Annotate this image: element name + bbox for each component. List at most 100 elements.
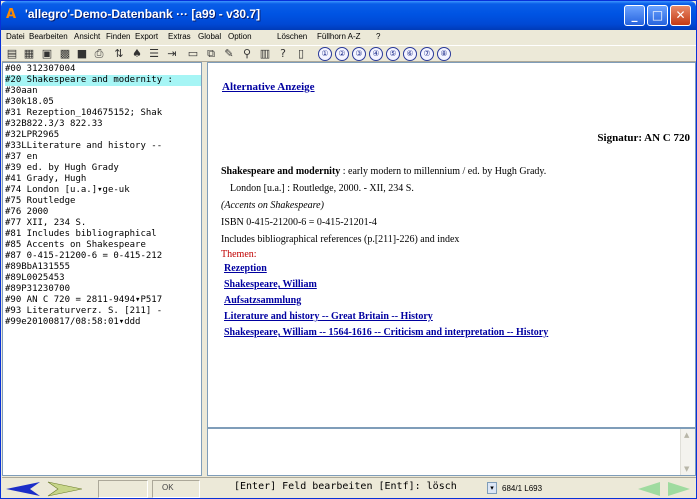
minimize-button[interactable]: _	[624, 5, 645, 26]
record-line[interactable]: #89BbA131555	[5, 262, 201, 273]
subject-link[interactable]: Literature and history -- Great Britain …	[224, 311, 433, 322]
record-line[interactable]: #89P31230700	[5, 284, 201, 295]
menu-extras[interactable]: Extras	[168, 30, 191, 44]
list-icon[interactable]: ▦	[22, 47, 36, 61]
help-icon[interactable]: ?	[276, 47, 290, 61]
record-line[interactable]: #31 Rezeption_104675152; Shak	[5, 108, 201, 119]
menu-bar: Datei Bearbeiten Ansicht Finden Export E…	[2, 30, 696, 44]
record-line[interactable]: #74 London [u.a.]▾ge-uk	[5, 185, 201, 196]
table-icon[interactable]: ▥	[258, 47, 272, 61]
record-line[interactable]: #32LPR2965	[5, 130, 201, 141]
toolbar: ▤ ▦ ▣ ▩ ■ ⎙ ⇅ ♠ ☰ ⇥ ▭ ⧉ ✎ ⚲ ▥ ? ▯ ① ② ③ …	[2, 45, 696, 62]
status-ok-field	[152, 480, 200, 498]
record-position: 684/1 L693	[502, 484, 543, 493]
record-line[interactable]: #75 Routledge	[5, 196, 201, 207]
window-title: 'allegro'-Demo-Datenbank ··· [a99 - v30.…	[25, 7, 261, 21]
sort-icon[interactable]: ⇅	[112, 47, 126, 61]
scroll-up-icon[interactable]: ▲	[684, 431, 689, 439]
indent-icon[interactable]: ⇥	[165, 47, 179, 61]
status-bar: OK [Enter] Feld bearbeiten [Entf]: lösch…	[2, 477, 696, 498]
menu-export[interactable]: Export	[135, 30, 158, 44]
title-bar[interactable]: A 'allegro'-Demo-Datenbank ··· [a99 - v3…	[1, 1, 696, 30]
scroll-down-icon[interactable]: ▼	[684, 465, 689, 473]
navigate-back-icon[interactable]	[6, 481, 42, 497]
record-line[interactable]: #87 0-415-21200-6 = 0-415-212	[5, 251, 201, 262]
copy-icon[interactable]: ⧉	[204, 47, 218, 61]
note-line: Includes bibliographical references (p.[…	[221, 234, 460, 245]
save-icon[interactable]: ■	[75, 47, 89, 61]
window-6-button[interactable]: ⑥	[403, 47, 417, 61]
menu-help[interactable]: ?	[376, 30, 380, 44]
menu-option[interactable]: Option	[228, 30, 252, 44]
record-line[interactable]: #37 en	[5, 152, 201, 163]
status-ok-text: OK	[162, 483, 174, 492]
record-line[interactable]: #85 Accents on Shakespeare	[5, 240, 201, 251]
book-icon[interactable]: ▯	[294, 47, 308, 61]
application-window: A 'allegro'-Demo-Datenbank ··· [a99 - v3…	[0, 0, 697, 499]
imprint-line: London [u.a.] : Routledge, 2000. - XII, …	[230, 183, 414, 194]
window-4-button[interactable]: ④	[369, 47, 383, 61]
menu-datei[interactable]: Datei	[6, 30, 25, 44]
window-3-button[interactable]: ③	[352, 47, 366, 61]
index-icon[interactable]: ▣	[40, 47, 54, 61]
print-preview-icon[interactable]: ▩	[58, 47, 72, 61]
title-statement: Shakespeare and modernity : early modern…	[221, 166, 546, 177]
record-icon[interactable]: ▤	[5, 47, 19, 61]
window-7-button[interactable]: ⑦	[420, 47, 434, 61]
menu-global[interactable]: Global	[198, 30, 221, 44]
status-field	[98, 480, 148, 498]
title-main: Shakespeare and modernity	[221, 166, 341, 177]
record-line[interactable]: #93 Literaturverz. S. [211] -	[5, 306, 201, 317]
close-button[interactable]: ✕	[670, 5, 691, 26]
menu-bearbeiten[interactable]: Bearbeiten	[29, 30, 68, 44]
shelfmark-label: Signatur: AN C 720	[597, 132, 690, 144]
window-2-button[interactable]: ②	[335, 47, 349, 61]
hint-dropdown-arrow[interactable]: ▾	[487, 482, 497, 494]
list-view-icon[interactable]: ☰	[147, 47, 161, 61]
menu-loeschen[interactable]: Löschen	[277, 30, 307, 44]
vertical-scrollbar[interactable]: ▲ ▼	[680, 429, 695, 475]
record-line[interactable]: #39 ed. by Hugh Grady	[5, 163, 201, 174]
record-line[interactable]: #33LLiterature and history --	[5, 141, 201, 152]
search-icon[interactable]: ⚲	[240, 47, 254, 61]
record-display-panel: Alternative Anzeige Signatur: AN C 720 S…	[207, 62, 696, 428]
menu-fuellhorn[interactable]: Füllhorn A-Z	[317, 30, 361, 44]
record-line[interactable]: #90 AN C 720 = 2811-9494▾P517	[5, 295, 201, 306]
record-line-selected[interactable]: #20 Shakespeare and modernity :	[5, 75, 201, 86]
navigate-forward-icon[interactable]	[46, 481, 82, 497]
record-line[interactable]: #77 XII, 234 S.	[5, 218, 201, 229]
window-8-button[interactable]: ⑧	[437, 47, 451, 61]
command-text-area[interactable]: ▲ ▼	[207, 428, 696, 476]
isbn-line: ISBN 0-415-21200-6 = 0-415-21201-4	[221, 217, 377, 228]
window-5-button[interactable]: ⑤	[386, 47, 400, 61]
previous-record-icon[interactable]	[638, 481, 662, 497]
record-line[interactable]: #30aan	[5, 86, 201, 97]
allegro-app-icon: A	[6, 7, 17, 22]
series-line: (Accents on Shakespeare)	[221, 200, 324, 211]
subject-link[interactable]: Rezeption	[224, 263, 267, 274]
print-icon[interactable]: ⎙	[92, 47, 106, 61]
record-editor-panel[interactable]: #00 312307004 #20 Shakespeare and modern…	[2, 62, 202, 476]
menu-ansicht[interactable]: Ansicht	[74, 30, 100, 44]
record-line[interactable]: #30k18.05	[5, 97, 201, 108]
record-line[interactable]: #99e20100817/08:58:01▾ddd	[5, 317, 201, 328]
record-line[interactable]: #00 312307004	[5, 64, 201, 75]
record-line[interactable]: #81 Includes bibliographical	[5, 229, 201, 240]
subject-link[interactable]: Aufsatzsammlung	[224, 295, 301, 306]
record-line[interactable]: #41 Grady, Hugh	[5, 174, 201, 185]
record-line[interactable]: #76 2000	[5, 207, 201, 218]
title-subtitle: : early modern to millennium / ed. by Hu…	[340, 166, 547, 177]
alternative-display-link[interactable]: Alternative Anzeige	[222, 81, 315, 93]
subject-link[interactable]: Shakespeare, William	[224, 279, 317, 290]
edit-icon[interactable]: ✎	[222, 47, 236, 61]
keyboard-hint: [Enter] Feld bearbeiten [Entf]: lösch	[234, 481, 457, 492]
record-line[interactable]: #89L0025453	[5, 273, 201, 284]
window-1-button[interactable]: ①	[318, 47, 332, 61]
folder-icon[interactable]: ▭	[186, 47, 200, 61]
find-icon[interactable]: ♠	[130, 47, 144, 61]
subject-link[interactable]: Shakespeare, William -- 1564-1616 -- Cri…	[224, 327, 548, 338]
maximize-button[interactable]: □	[647, 5, 668, 26]
record-line[interactable]: #32B822.3/3 822.33	[5, 119, 201, 130]
next-record-icon[interactable]	[666, 481, 690, 497]
menu-finden[interactable]: Finden	[106, 30, 130, 44]
